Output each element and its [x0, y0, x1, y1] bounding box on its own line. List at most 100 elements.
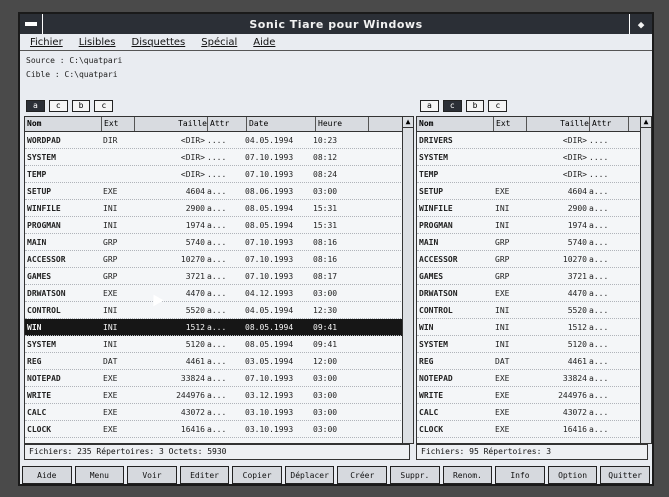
left-drive-b[interactable]: b: [71, 100, 91, 112]
cell-size: 5520: [567, 305, 587, 315]
cell-date: 03.10.1993: [245, 424, 294, 434]
cell-attr: a...: [207, 271, 227, 281]
cell-attr: a...: [589, 237, 609, 247]
cell-name: CALC: [419, 407, 439, 417]
col-name[interactable]: Nom: [417, 117, 494, 131]
col-attr[interactable]: Attr: [208, 117, 247, 131]
right-file-row[interactable]: SYSTEM INI 5120 a...: [417, 336, 651, 353]
system-menu-icon[interactable]: [20, 14, 43, 34]
left-file-row[interactable]: WORDPAD DIR <DIR>.... 04.05.1994 10:23: [25, 132, 413, 149]
left-file-row[interactable]: SETUP EXE 4604 a... 08.06.1993 03:00: [25, 183, 413, 200]
right-file-row[interactable]: TEMP <DIR>....: [417, 166, 651, 183]
right-file-row[interactable]: WIN INI 1512 a...: [417, 319, 651, 336]
left-file-row[interactable]: DRWATSON EXE 4470 a... 04.12.1993 03:00: [25, 285, 413, 302]
right-file-row[interactable]: NOTEPAD EXE 33824 a...: [417, 370, 651, 387]
right-file-row[interactable]: CONTROL INI 5520 a...: [417, 302, 651, 319]
right-file-row[interactable]: MAIN GRP 5740 a...: [417, 234, 651, 251]
maximize-icon[interactable]: ◆: [629, 14, 652, 34]
right-file-row[interactable]: CALC EXE 43072 a...: [417, 404, 651, 421]
menu-item-aide[interactable]: Aide: [253, 37, 275, 48]
cell-attr: a...: [207, 305, 227, 315]
cell-ext: EXE: [103, 407, 118, 417]
menu-item-fichier[interactable]: Fichier: [30, 37, 63, 48]
left-drive-c[interactable]: c: [48, 100, 68, 112]
left-file-panel[interactable]: Nom Ext Taille Attr Date Heure WORDPAD DI…: [24, 116, 414, 444]
right-drive-c2[interactable]: c: [488, 100, 508, 112]
menu-item-disquettes[interactable]: Disquettes: [132, 37, 186, 48]
right-file-row[interactable]: DRWATSON EXE 4470 a...: [417, 285, 651, 302]
col-name[interactable]: Nom: [25, 117, 102, 131]
left-file-row[interactable]: ACCESSOR GRP 10270 a... 07.10.1993 08:16: [25, 251, 413, 268]
fkey-button-6[interactable]: Déplacer: [284, 466, 335, 484]
right-file-row[interactable]: SYSTEM <DIR>....: [417, 149, 651, 166]
col-size[interactable]: Taille: [527, 117, 590, 131]
fkey-button-11[interactable]: Option: [547, 466, 598, 484]
fkey-button-12[interactable]: Quitter: [600, 466, 650, 484]
left-file-row[interactable]: MAIN GRP 5740 a... 07.10.1993 08:16: [25, 234, 413, 251]
right-file-row[interactable]: SETUP EXE 4604 a...: [417, 183, 651, 200]
fkey-button-1[interactable]: Aide: [22, 466, 72, 484]
cell-attr: a...: [207, 390, 227, 400]
fkey-button-7[interactable]: Créer: [337, 466, 388, 484]
fkey-button-4[interactable]: Editer: [179, 466, 230, 484]
fkey-button-3[interactable]: Voir: [127, 466, 177, 484]
right-status: Fichiers: 95 Répertoires: 3: [416, 444, 648, 460]
left-drive-c2[interactable]: c: [94, 100, 114, 112]
fkey-button-5[interactable]: Copier: [232, 466, 282, 484]
menu-item-lisibles[interactable]: Lisibles: [79, 37, 116, 48]
left-file-row[interactable]: WRITE EXE 244976 a... 03.12.1993 03:00: [25, 387, 413, 404]
right-file-row[interactable]: GAMES GRP 3721 a...: [417, 268, 651, 285]
col-size[interactable]: Taille: [135, 117, 208, 131]
right-file-row[interactable]: DRIVERS <DIR>....: [417, 132, 651, 149]
fkey-button-8[interactable]: Suppr.: [390, 466, 440, 484]
left-file-row[interactable]: NOTEPAD EXE 33824 a... 07.10.1993 03:00: [25, 370, 413, 387]
right-file-row[interactable]: REG DAT 4461 a...: [417, 353, 651, 370]
right-drive-a[interactable]: a: [420, 100, 439, 112]
left-file-row[interactable]: PROGMAN INI 1974 a... 08.05.1994 15:31: [25, 217, 413, 234]
right-file-row[interactable]: WRITE EXE 244976 a...: [417, 387, 651, 404]
title-bar[interactable]: Sonic Tiare pour Windows ◆: [20, 14, 652, 34]
col-ext[interactable]: Ext: [494, 117, 527, 131]
col-ext[interactable]: Ext: [102, 117, 135, 131]
cell-ext: GRP: [495, 254, 510, 264]
cell-name: SYSTEM: [27, 152, 56, 162]
left-file-row[interactable]: CLOCK EXE 16416 a... 03.10.1993 03:00: [25, 421, 413, 438]
right-drive-b[interactable]: b: [465, 100, 485, 112]
right-drive-c[interactable]: c: [442, 100, 462, 112]
right-file-row[interactable]: PROGMAN INI 1974 a...: [417, 217, 651, 234]
cell-ext: EXE: [495, 288, 510, 298]
fkey-button-10[interactable]: Info: [495, 466, 545, 484]
fkey-button-9[interactable]: Renom.: [442, 466, 493, 484]
left-file-row[interactable]: SYSTEM <DIR>.... 07.10.1993 08:12: [25, 149, 413, 166]
cell-size: 10270: [562, 254, 587, 264]
right-file-panel[interactable]: Nom Ext Taille Attr DRIVERS <DIR>.... SYST…: [416, 116, 652, 444]
left-panel-header: Nom Ext Taille Attr Date Heure: [25, 117, 413, 132]
cell-attr: a...: [207, 356, 227, 366]
scroll-up-icon[interactable]: ▲: [403, 117, 413, 128]
left-scrollbar[interactable]: ▲: [402, 117, 413, 443]
right-scrollbar[interactable]: ▲: [640, 117, 651, 443]
left-file-row[interactable]: WINFILE INI 2900 a... 08.05.1994 15:31: [25, 200, 413, 217]
menu-item-special[interactable]: Spécial: [201, 37, 237, 48]
col-time[interactable]: Heure: [316, 117, 369, 131]
left-file-row[interactable]: GAMES GRP 3721 a... 07.10.1993 08:17: [25, 268, 413, 285]
left-file-row[interactable]: REG DAT 4461 a... 03.05.1994 12:00: [25, 353, 413, 370]
cell-name: DRWATSON: [27, 288, 66, 298]
right-file-row[interactable]: ACCESSOR GRP 10270 a...: [417, 251, 651, 268]
cell-ext: INI: [103, 322, 118, 332]
col-date[interactable]: Date: [247, 117, 316, 131]
cell-ext: EXE: [495, 407, 510, 417]
left-file-row[interactable]: WIN INI 1512 a... 08.05.1994 09:41: [25, 319, 413, 336]
left-file-row[interactable]: TEMP <DIR>.... 07.10.1993 08:24: [25, 166, 413, 183]
cell-time: 08:16: [313, 254, 338, 264]
left-file-row[interactable]: SYSTEM INI 5120 a... 08.05.1994 09:41: [25, 336, 413, 353]
right-file-row[interactable]: WINFILE INI 2900 a...: [417, 200, 651, 217]
left-file-row[interactable]: CALC EXE 43072 a... 03.10.1993 03:00: [25, 404, 413, 421]
fkey-button-2[interactable]: Menu: [74, 466, 125, 484]
right-file-row[interactable]: CLOCK EXE 16416 a...: [417, 421, 651, 438]
col-attr[interactable]: Attr: [590, 117, 629, 131]
left-file-row[interactable]: CONTROL INI 5520 a... 04.05.1994 12:30: [25, 302, 413, 319]
cell-name: WINFILE: [419, 203, 453, 213]
scroll-up-icon[interactable]: ▲: [641, 117, 651, 128]
left-drive-a[interactable]: a: [26, 100, 45, 112]
